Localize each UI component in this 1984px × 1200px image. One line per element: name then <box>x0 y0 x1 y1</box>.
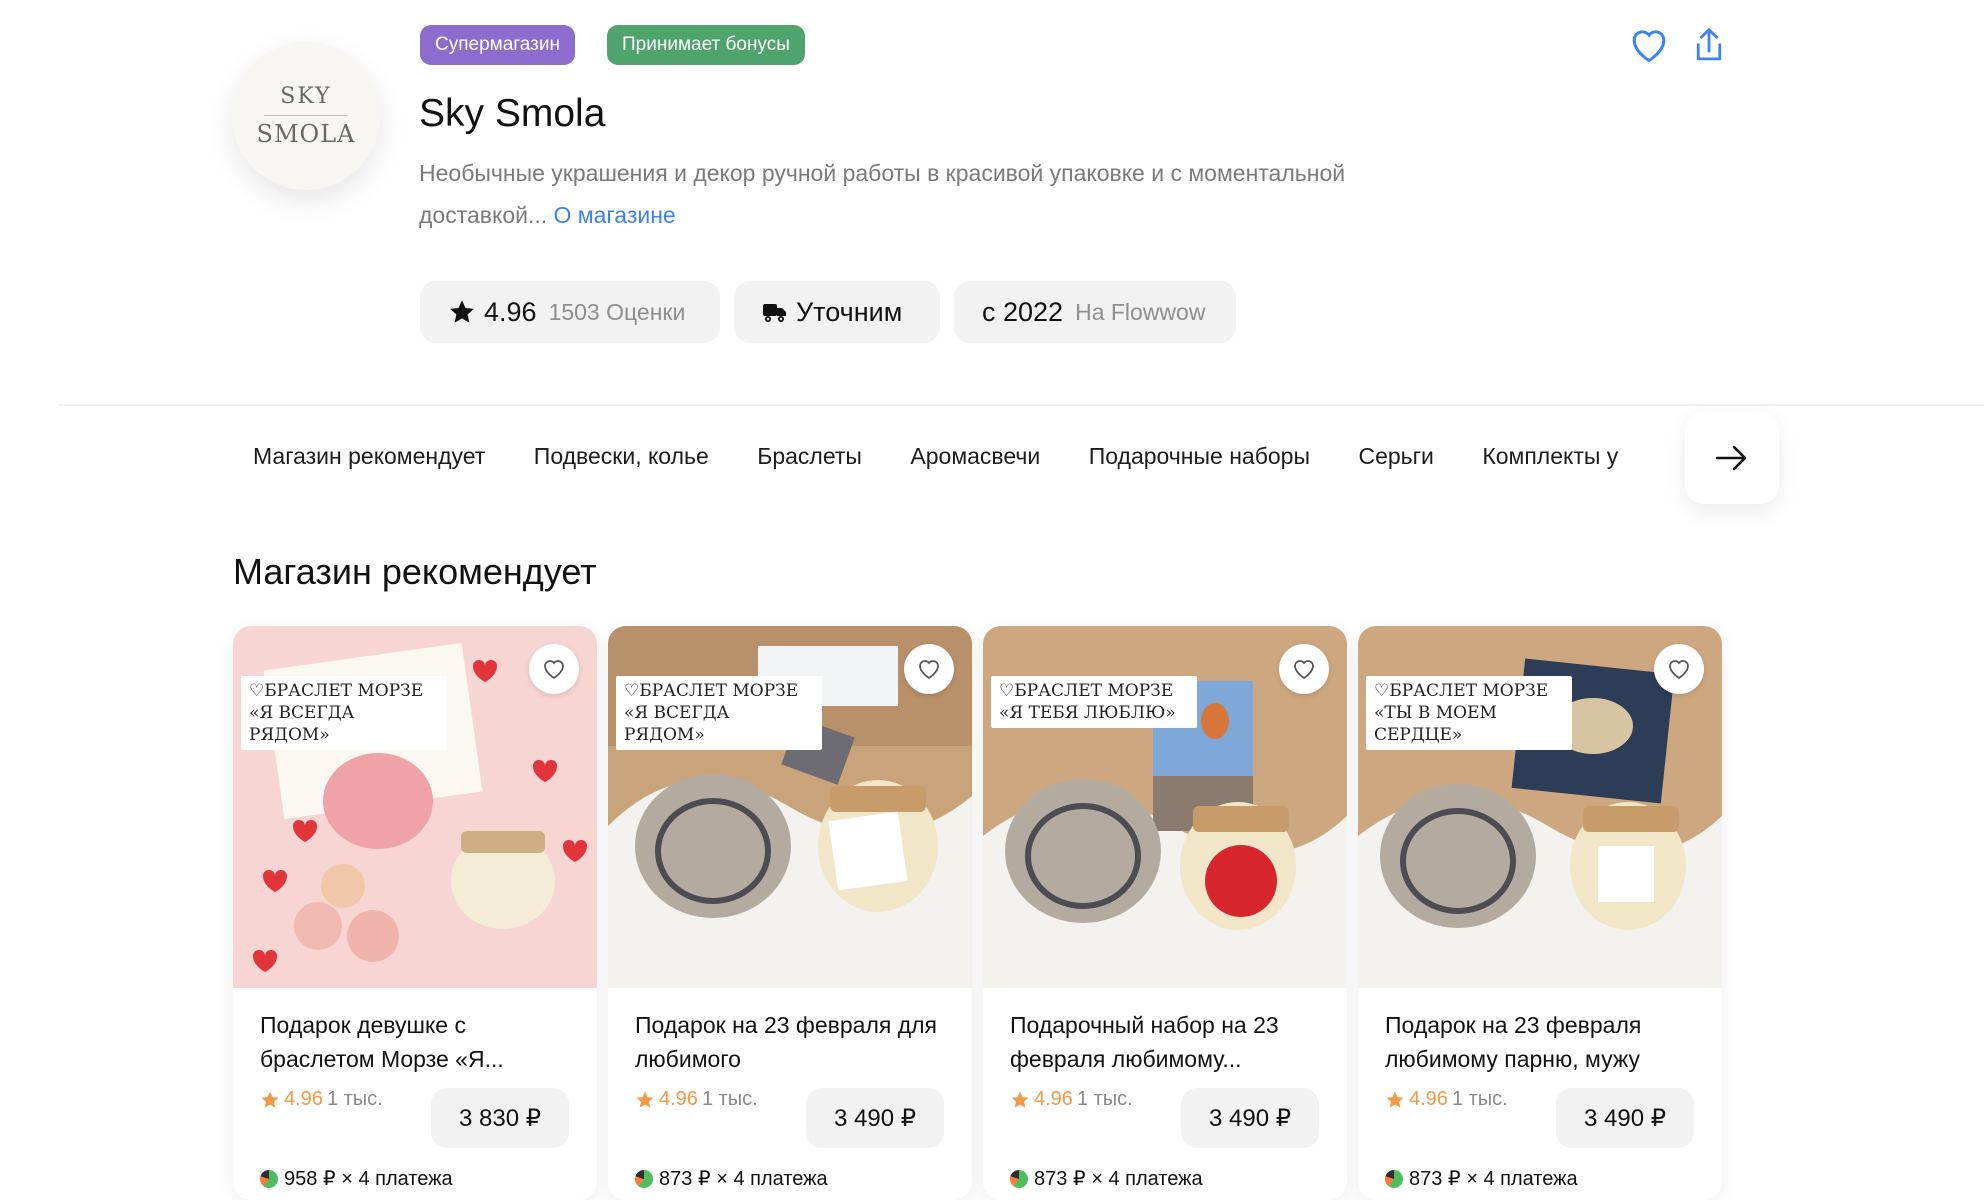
bonus-badge: Принимает бонусы <box>607 25 805 65</box>
star-icon <box>1386 1091 1404 1108</box>
review-count: 1 тыс. <box>1451 1088 1508 1110</box>
share-shop-button[interactable] <box>1686 22 1732 68</box>
product-image-label: ♡БРАСЛЕТ МОРЗЕ «ТЫ В МОЕМ СЕРДЦЕ» <box>1366 676 1572 750</box>
star-icon <box>261 1091 279 1108</box>
installments-icon <box>1010 1169 1028 1188</box>
installments: 958 ₽ × 4 платежа <box>260 1166 453 1191</box>
product-rating: 4.96 1 тыс. <box>260 1088 383 1111</box>
favorite-button[interactable] <box>904 644 954 694</box>
tab-sets[interactable]: Комплекты у <box>1482 428 1618 484</box>
delivery-chip[interactable]: Уточним <box>734 281 940 343</box>
product-name[interactable]: Подарок на 23 февраля любимому парню, му… <box>1385 1008 1705 1076</box>
heart-icon <box>1632 30 1666 63</box>
product-name[interactable]: Подарок девушке с браслетом Морзе «Я... <box>260 1008 580 1076</box>
rating-chip[interactable]: 4.96 1503 Оценки <box>420 281 720 343</box>
product-image[interactable]: ♡БРАСЛЕТ МОРЗЕ «ТЫ В МОЕМ СЕРДЦЕ» <box>1358 626 1722 988</box>
product-name[interactable]: Подарочный набор на 23 февраля любимому.… <box>1010 1008 1330 1076</box>
rating-value: 4.96 <box>659 1088 698 1110</box>
installments: 873 ₽ × 4 платежа <box>1010 1166 1203 1191</box>
product-card[interactable]: ♡БРАСЛЕТ МОРЗЕ «Я ТЕБЯ ЛЮБЛЮ» Подарочный… <box>983 626 1347 1200</box>
product-image[interactable]: ♡БРАСЛЕТ МОРЗЕ «Я ВСЕГДА РЯДОМ» <box>608 626 972 988</box>
review-count: 1 тыс. <box>326 1088 383 1110</box>
rating-value: 4.96 <box>1409 1088 1448 1110</box>
star-icon <box>1011 1091 1029 1108</box>
product-image[interactable]: ♡БРАСЛЕТ МОРЗЕ «Я ТЕБЯ ЛЮБЛЮ» <box>983 626 1347 988</box>
rating-value: 4.96 <box>1034 1088 1073 1110</box>
product-rating: 4.96 1 тыс. <box>1385 1088 1508 1111</box>
section-title: Магазин рекомендует <box>233 551 597 592</box>
product-image-label: ♡БРАСЛЕТ МОРЗЕ «Я ВСЕГДА РЯДОМ» <box>616 676 822 750</box>
tabs-next-button[interactable] <box>1685 412 1779 504</box>
heart-icon <box>544 660 564 680</box>
arrow-right-icon <box>1715 445 1747 471</box>
installments-text: 873 ₽ × 4 платежа <box>1034 1168 1203 1190</box>
heart-icon <box>919 660 939 680</box>
category-tabs: Магазин рекомендует Подвески, колье Брас… <box>253 428 1685 484</box>
shop-description: Необычные украшения и декор ручной работ… <box>419 152 1419 236</box>
rating-value: 4.96 <box>484 296 537 327</box>
rating-count: 1503 Оценки <box>548 298 686 325</box>
product-rating: 4.96 1 тыс. <box>1010 1088 1133 1111</box>
supershop-badge: Супермагазин <box>420 25 575 65</box>
delivery-text: Уточним <box>796 296 903 327</box>
avatar-text-top: SKY <box>280 84 332 109</box>
installments: 873 ₽ × 4 платежа <box>635 1166 828 1191</box>
heart-icon <box>1669 660 1689 680</box>
shop-title: Sky Smola <box>419 92 606 135</box>
price-button[interactable]: 3 490 ₽ <box>1181 1088 1319 1148</box>
tab-pendants[interactable]: Подвески, колье <box>534 428 709 484</box>
price-button[interactable]: 3 490 ₽ <box>806 1088 944 1148</box>
about-shop-link[interactable]: О магазине <box>554 202 676 228</box>
review-count: 1 тыс. <box>701 1088 758 1110</box>
star-icon <box>450 300 474 323</box>
price-button[interactable]: 3 490 ₽ <box>1556 1088 1694 1148</box>
product-image-label: ♡БРАСЛЕТ МОРЗЕ «Я ТЕБЯ ЛЮБЛЮ» <box>991 676 1197 728</box>
installments-text: 873 ₽ × 4 платежа <box>1409 1168 1578 1190</box>
installments-icon <box>1385 1169 1403 1188</box>
review-count: 1 тыс. <box>1076 1088 1133 1110</box>
product-image-label: ♡БРАСЛЕТ МОРЗЕ «Я ВСЕГДА РЯДОМ» <box>241 676 447 750</box>
shop-avatar: SKY SMOLA <box>232 42 380 190</box>
avatar-divider <box>264 115 348 116</box>
installments-text: 958 ₽ × 4 платежа <box>284 1168 453 1190</box>
favorite-shop-button[interactable] <box>1626 22 1672 68</box>
product-name[interactable]: Подарок на 23 февраля для любимого <box>635 1008 955 1076</box>
heart-icon <box>1294 660 1314 680</box>
star-icon <box>636 1091 654 1108</box>
since-platform: На Flowwow <box>1075 298 1206 325</box>
tab-recommended[interactable]: Магазин рекомендует <box>253 428 485 484</box>
product-image[interactable]: ♡БРАСЛЕТ МОРЗЕ «Я ВСЕГДА РЯДОМ» <box>233 626 597 988</box>
since-year: с 2022 <box>982 296 1064 327</box>
avatar-text-bottom: SMOLA <box>256 120 356 148</box>
installments-icon <box>260 1169 278 1188</box>
product-card[interactable]: ♡БРАСЛЕТ МОРЗЕ «Я ВСЕГДА РЯДОМ» Подарок … <box>608 626 972 1200</box>
installments: 873 ₽ × 4 платежа <box>1385 1166 1578 1191</box>
price-button[interactable]: 3 830 ₽ <box>431 1088 569 1148</box>
since-chip: с 2022 На Flowwow <box>954 281 1236 343</box>
header-divider <box>58 404 1984 406</box>
product-card[interactable]: ♡БРАСЛЕТ МОРЗЕ «Я ВСЕГДА РЯДОМ» Подарок … <box>233 626 597 1200</box>
truck-icon <box>763 304 786 322</box>
favorite-button[interactable] <box>529 644 579 694</box>
installments-icon <box>635 1169 653 1188</box>
tab-bracelets[interactable]: Браслеты <box>757 428 862 484</box>
tab-gift-sets[interactable]: Подарочные наборы <box>1089 428 1310 484</box>
installments-text: 873 ₽ × 4 платежа <box>659 1168 828 1190</box>
tab-earrings[interactable]: Серьги <box>1358 428 1433 484</box>
tab-candles[interactable]: Аромасвечи <box>910 428 1040 484</box>
favorite-button[interactable] <box>1279 644 1329 694</box>
share-icon <box>1696 28 1722 61</box>
favorite-button[interactable] <box>1654 644 1704 694</box>
product-card[interactable]: ♡БРАСЛЕТ МОРЗЕ «ТЫ В МОЕМ СЕРДЦЕ» Подаро… <box>1358 626 1722 1200</box>
product-rating: 4.96 1 тыс. <box>635 1088 758 1111</box>
rating-value: 4.96 <box>284 1088 323 1110</box>
